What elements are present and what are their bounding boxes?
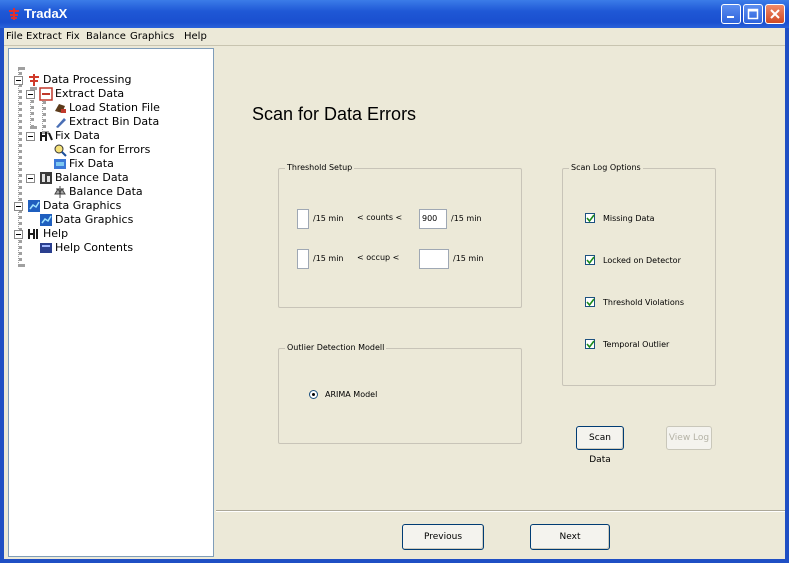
close-button[interactable] (765, 4, 785, 24)
occup-label: < occup < (357, 253, 400, 262)
extract-data-icon (39, 87, 53, 101)
data-graphics-leaf-icon (39, 213, 53, 227)
missing-data-checkbox[interactable]: Missing Data (585, 213, 705, 225)
window-title: TradaX (24, 6, 68, 21)
occup-min-input[interactable] (297, 249, 309, 269)
fix-data-leaf-icon (53, 157, 67, 171)
minimize-button[interactable] (721, 4, 741, 24)
arima-model-radio[interactable]: ARIMA Model (309, 389, 429, 401)
footer-divider (216, 510, 785, 512)
outlier-detection-group: Outlier Detection Modell ARIMA Model (278, 343, 522, 444)
scan-log-options-group: Scan Log Options Missing Data Locked on … (562, 163, 716, 386)
collapse-fix-data[interactable] (26, 132, 35, 141)
balance-data-icon (39, 171, 53, 185)
scan-log-options-title: Scan Log Options (569, 163, 643, 172)
checkbox-box (585, 297, 595, 307)
per15-label: /15 min (451, 214, 482, 223)
title-bar: TradaX (0, 0, 789, 28)
outlier-detection-title: Outlier Detection Modell (285, 343, 387, 352)
menu-file[interactable]: File (6, 31, 23, 42)
main-frame: Data Processing Extract Data Load Statio… (4, 46, 785, 559)
navigation-tree: Data Processing Extract Data Load Statio… (8, 48, 214, 557)
counts-label: < counts < (357, 213, 403, 222)
collapse-balance-data[interactable] (26, 174, 35, 183)
radio-dot (309, 390, 318, 399)
scan-icon (53, 143, 67, 157)
menu-bar: File Extract Fix Balance Graphics Help (4, 28, 785, 46)
collapse-data-processing[interactable] (14, 76, 23, 85)
app-icon (6, 6, 22, 22)
per15-label: /15 min (313, 254, 344, 263)
previous-button[interactable]: Previous (402, 524, 484, 550)
counts-min-input[interactable] (297, 209, 309, 229)
collapse-help[interactable] (14, 230, 23, 239)
menu-graphics[interactable]: Graphics (130, 31, 174, 42)
counts-max-input[interactable]: 900 (419, 209, 447, 229)
locked-on-detector-checkbox[interactable]: Locked on Detector (585, 255, 705, 267)
threshold-violations-checkbox[interactable]: Threshold Violations (585, 297, 705, 309)
checkbox-box (585, 339, 595, 349)
help-icon (27, 227, 41, 241)
temporal-outlier-checkbox[interactable]: Temporal Outlier (585, 339, 705, 351)
occup-max-input[interactable] (419, 249, 449, 269)
data-graphics-icon (27, 199, 41, 213)
per15-label: /15 min (313, 214, 344, 223)
balance-icon (53, 185, 67, 199)
page-title: Scan for Data Errors (252, 104, 417, 124)
checkbox-box (585, 213, 595, 223)
load-station-file-icon (53, 101, 67, 115)
threshold-setup-group: Threshold Setup /15 min < counts < 900 /… (278, 163, 522, 308)
scan-data-button[interactable]: Scan Data (576, 426, 624, 465)
menu-fix[interactable]: Fix (66, 31, 80, 42)
content-panel: Scan for Data Errors Threshold Setup /15… (216, 48, 785, 557)
threshold-setup-title: Threshold Setup (285, 163, 355, 172)
menu-balance[interactable]: Balance (86, 31, 126, 42)
view-log-button[interactable]: View Log (666, 426, 712, 450)
data-processing-icon (27, 73, 41, 87)
menu-extract[interactable]: Extract (26, 31, 62, 42)
collapse-data-graphics[interactable] (14, 202, 23, 211)
fix-data-icon (39, 129, 53, 143)
checkbox-box (585, 255, 595, 265)
collapse-extract-data[interactable] (26, 90, 35, 99)
maximize-button[interactable] (743, 4, 763, 24)
next-button[interactable]: Next (530, 524, 610, 550)
per15-label: /15 min (453, 254, 484, 263)
extract-bin-data-icon (53, 115, 67, 129)
menu-help[interactable]: Help (184, 31, 207, 42)
help-contents-icon (39, 241, 53, 255)
